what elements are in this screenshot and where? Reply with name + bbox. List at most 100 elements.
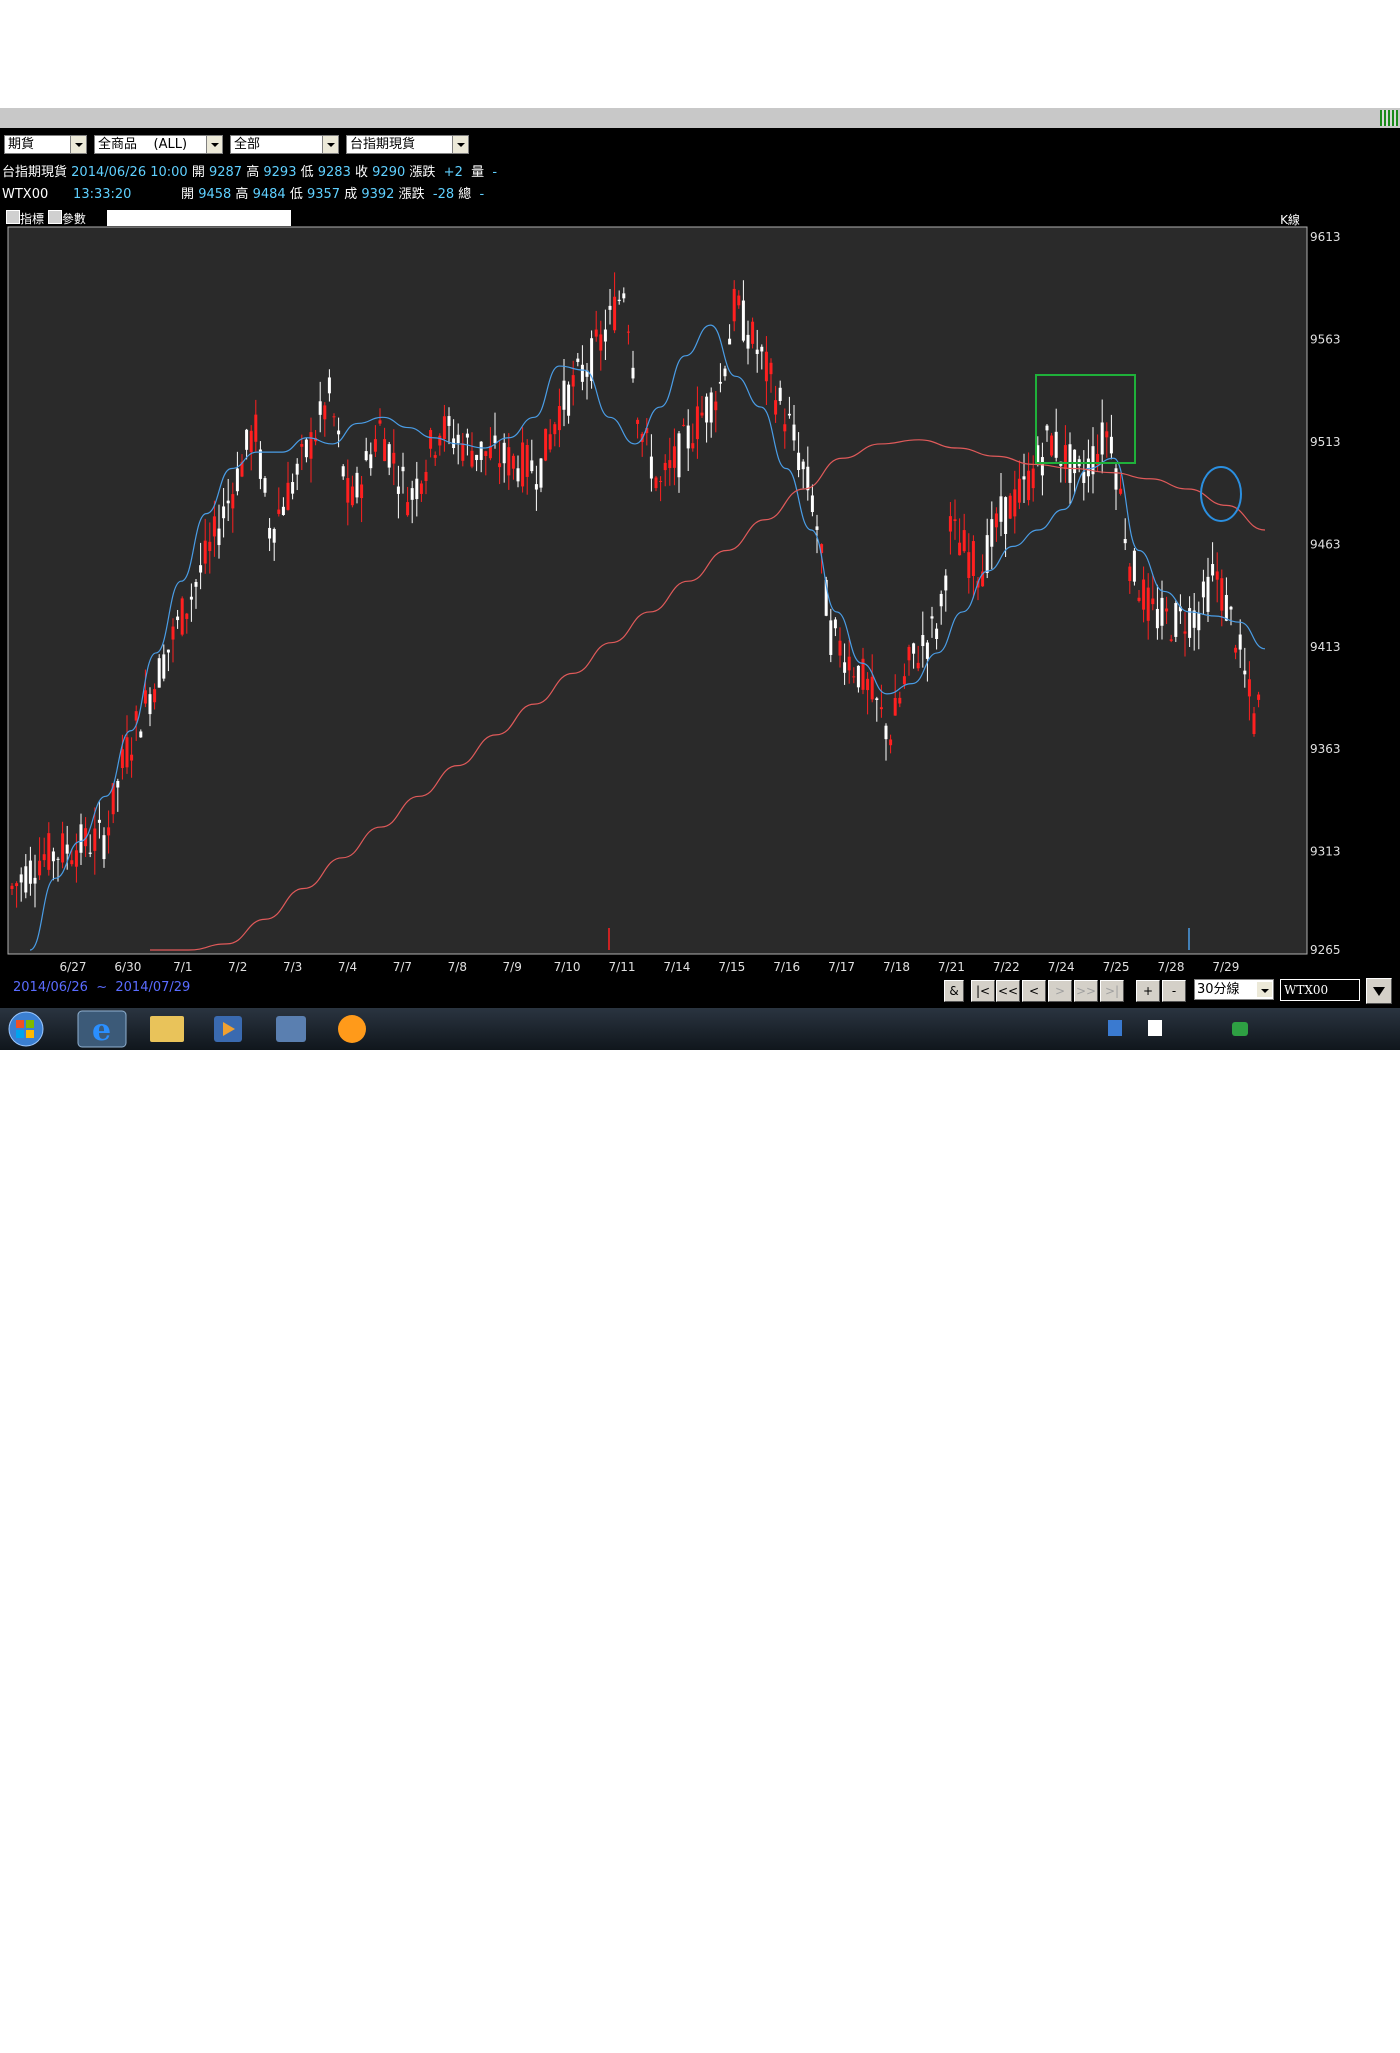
candle-body (714, 401, 718, 411)
candle-body (130, 754, 134, 761)
candle-body (925, 642, 929, 659)
q1-chg: +2 (443, 165, 463, 180)
candle-body (148, 694, 152, 715)
nav-amp-button[interactable]: & (944, 980, 964, 1002)
triangle-down-icon (1373, 987, 1385, 996)
candle-body (1100, 422, 1104, 455)
candle-body (948, 516, 952, 532)
candle-body (1229, 606, 1233, 610)
candle-body (286, 482, 290, 510)
clock-date: 2014/7/29 (1312, 2038, 1374, 2052)
symbol-input[interactable]: WTX00 (1280, 979, 1360, 1001)
candle-body (125, 737, 129, 768)
product-combo[interactable]: 全商品 (ALL) (94, 135, 223, 154)
instrument-combo[interactable]: 台指期現貨 (346, 135, 469, 154)
candle-body (194, 581, 198, 587)
candle-body (608, 305, 612, 310)
dropdown-button[interactable] (1366, 978, 1392, 1004)
candle-body (79, 824, 83, 853)
nav-back-button[interactable]: < (1022, 980, 1046, 1002)
x-tick-label: 7/4 (338, 960, 357, 974)
candle-body (599, 334, 603, 351)
candle-body (806, 466, 810, 491)
candle-body (691, 443, 695, 449)
candle-body (870, 676, 874, 700)
candle-body (1238, 634, 1242, 650)
candle-body (116, 780, 120, 788)
candle-body (1008, 495, 1012, 519)
y-tick-label: 9313 (1310, 845, 1341, 859)
candle-body (318, 401, 322, 415)
date-to: 2014/07/29 (115, 980, 191, 995)
chart-type-label: K線 (1280, 212, 1300, 227)
nav-last-button[interactable]: >| (1100, 980, 1124, 1002)
candle-body (143, 690, 147, 704)
candle-body (741, 300, 745, 341)
chevron-down-icon[interactable] (70, 136, 86, 153)
candle-body (999, 496, 1003, 522)
chevron-down-icon[interactable] (1257, 982, 1272, 997)
zoom-out-button[interactable]: - (1162, 980, 1186, 1002)
nav-fast-forward-button[interactable]: >> (1074, 980, 1098, 1002)
ime-icon[interactable]: A (1128, 2028, 1137, 2043)
system-clock[interactable]: 下午 01:48 2014/7/29 (1312, 2021, 1374, 2053)
candle-body (323, 405, 327, 420)
candle-body (939, 593, 943, 607)
period-select[interactable]: 30分線 (1194, 979, 1274, 1000)
candle-body (902, 676, 906, 685)
candle-body (728, 338, 732, 345)
q1-low: 9283 (317, 165, 351, 180)
candle-body (461, 443, 465, 461)
candle-body (479, 441, 483, 460)
nav-fast-back-button[interactable]: << (996, 980, 1020, 1002)
candle-body (61, 833, 65, 863)
quote-app: 期貨 全商品 (ALL) 全部 台指期現貨 台指期現貨 2014/06/26 1… (0, 128, 1400, 1008)
candle-body (212, 516, 216, 537)
candle-body (429, 430, 433, 449)
nav-first-button[interactable]: |< (971, 980, 995, 1002)
candle-body (300, 444, 304, 447)
candle-body (488, 445, 492, 459)
candle-body (889, 739, 893, 746)
market-combo[interactable]: 期貨 (4, 135, 87, 154)
candle-body (695, 406, 699, 440)
q2-last-label: 成 (344, 187, 358, 202)
kline-chart[interactable]: K線 9613 9563 9513 9463 9413 9363 9313 9265 6/27 6/… (0, 208, 1400, 978)
y-tick-label: 9513 (1310, 435, 1341, 449)
candle-body (28, 860, 32, 884)
chevron-down-icon[interactable] (452, 136, 468, 153)
candle-body (74, 850, 78, 867)
candle-body (360, 484, 364, 499)
candle-body (433, 455, 437, 458)
candle-body (1086, 458, 1090, 477)
candle-body (410, 488, 414, 500)
candle-body (1105, 431, 1109, 438)
candle-body (580, 364, 584, 382)
candle-body (1224, 594, 1228, 621)
candle-body (875, 698, 879, 700)
candle-body (935, 628, 939, 639)
candle-body (502, 442, 506, 464)
nav-forward-button[interactable]: > (1048, 980, 1072, 1002)
candle-body (157, 658, 161, 688)
chevron-down-icon[interactable] (206, 136, 222, 153)
candle-body (1063, 445, 1067, 470)
chevron-down-icon[interactable] (322, 136, 338, 153)
category-combo[interactable]: 全部 (230, 135, 339, 154)
candle-body (1027, 470, 1031, 501)
q2-name: WTX00 (2, 187, 49, 202)
q2-chg: -28 (432, 187, 455, 202)
zoom-in-button[interactable]: + (1136, 980, 1160, 1002)
candle-body (994, 513, 998, 528)
candle-body (442, 416, 446, 440)
candle-body (507, 447, 511, 476)
candle-body (1151, 598, 1155, 605)
candle-body (534, 484, 538, 490)
candle-body (1114, 468, 1118, 490)
grip-icon[interactable] (1380, 110, 1398, 126)
y-tick-label: 9363 (1310, 742, 1341, 756)
candle-body (383, 439, 387, 462)
q1-open-label: 開 (191, 165, 205, 180)
candle-body (967, 552, 971, 578)
candle-body (557, 406, 561, 431)
